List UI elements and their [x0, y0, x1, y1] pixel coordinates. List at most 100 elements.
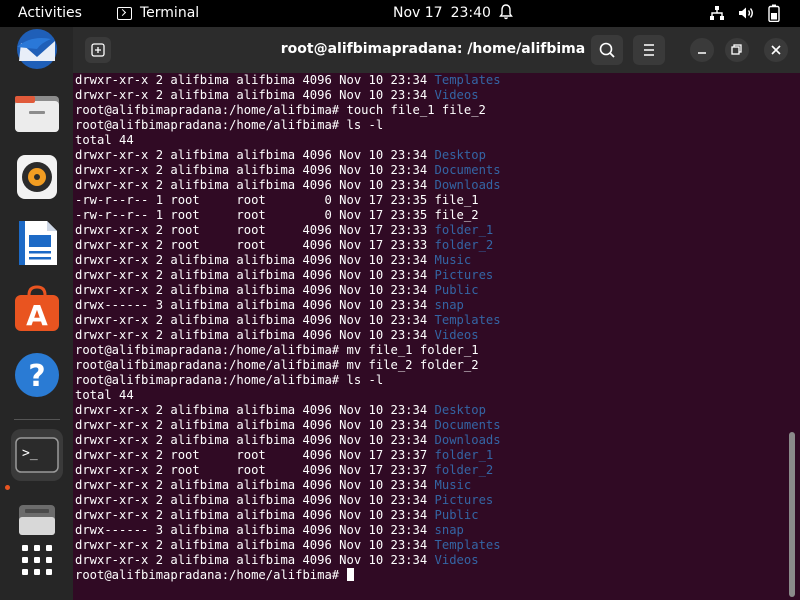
- minimize-button[interactable]: [690, 38, 714, 62]
- terminal-line: drwxr-xr-x 2 alifbima alifbima 4096 Nov …: [75, 163, 785, 178]
- terminal-line: drwxr-xr-x 2 alifbima alifbima 4096 Nov …: [75, 508, 785, 523]
- line-text: root@alifbimapradana:/home/alifbima# tou…: [75, 103, 486, 117]
- top-bar: Activities Terminal Nov 17 23:40: [0, 0, 800, 27]
- svg-text:A: A: [26, 299, 48, 332]
- line-text: drwxr-xr-x 2 alifbima alifbima 4096 Nov …: [75, 163, 435, 177]
- svg-text:>_: >_: [22, 446, 38, 461]
- app-center-icon[interactable]: A: [11, 283, 63, 335]
- network-icon[interactable]: [709, 5, 725, 21]
- directory-name: snap: [434, 523, 464, 537]
- line-text: drwxr-xr-x 2 alifbima alifbima 4096 Nov …: [75, 268, 435, 282]
- terminal-line: drwxr-xr-x 2 alifbima alifbima 4096 Nov …: [75, 328, 785, 343]
- line-text: total 44: [75, 133, 134, 147]
- directory-name: Music: [434, 478, 472, 492]
- thunderbird-icon[interactable]: [11, 27, 63, 79]
- search-button[interactable]: [591, 35, 623, 65]
- terminal-line: drwxr-xr-x 2 alifbima alifbima 4096 Nov …: [75, 538, 785, 553]
- terminal-line: drwxr-xr-x 2 alifbima alifbima 4096 Nov …: [75, 403, 785, 418]
- directory-name: Templates: [434, 73, 501, 87]
- activities-button[interactable]: Activities: [18, 5, 82, 21]
- terminal-line: root@alifbimapradana:/home/alifbima# ls …: [75, 373, 785, 388]
- window-title: root@alifbimapradana: /home/alifbima: [280, 41, 586, 57]
- line-text: drwxr-xr-x 2 alifbima alifbima 4096 Nov …: [75, 178, 435, 192]
- show-apps-icon[interactable]: [11, 539, 63, 591]
- terminal-line: drwxr-xr-x 2 alifbima alifbima 4096 Nov …: [75, 433, 785, 448]
- terminal-line: drwxr-xr-x 2 alifbima alifbima 4096 Nov …: [75, 268, 785, 283]
- terminal-line: total 44: [75, 133, 785, 148]
- plus-icon: [91, 43, 105, 57]
- terminal-line: -rw-r--r-- 1 root root 0 Nov 17 23:35 fi…: [75, 208, 785, 223]
- line-text: drwxr-xr-x 2 alifbima alifbima 4096 Nov …: [75, 283, 435, 297]
- menu-button[interactable]: [633, 35, 665, 65]
- line-text: root@alifbimapradana:/home/alifbima# mv …: [75, 358, 479, 372]
- notification-bell-icon[interactable]: [499, 4, 513, 20]
- directory-name: Templates: [434, 313, 501, 327]
- app-menu[interactable]: Terminal: [117, 5, 199, 21]
- directory-name: folder_2: [434, 238, 494, 252]
- terminal-line: drwxr-xr-x 2 alifbima alifbima 4096 Nov …: [75, 478, 785, 493]
- files-icon[interactable]: [11, 87, 63, 139]
- line-text: drwxr-xr-x 2 alifbima alifbima 4096 Nov …: [75, 328, 435, 342]
- line-text: drwxr-xr-x 2 root root 4096 Nov 17 23:33: [75, 223, 435, 237]
- line-text: -rw-r--r-- 1 root root 0 Nov 17 23:35 fi…: [75, 208, 479, 222]
- directory-name: Desktop: [434, 148, 486, 162]
- directory-name: Public: [434, 283, 479, 297]
- line-text: root@alifbimapradana:/home/alifbima# mv …: [75, 343, 479, 357]
- close-button[interactable]: [764, 38, 788, 62]
- line-text: drwxr-xr-x 2 alifbima alifbima 4096 Nov …: [75, 508, 435, 522]
- line-text: drwxr-xr-x 2 alifbima alifbima 4096 Nov …: [75, 478, 435, 492]
- directory-name: Public: [434, 508, 479, 522]
- restore-icon: [731, 44, 742, 55]
- terminal-line: root@alifbimapradana:/home/alifbima# mv …: [75, 343, 785, 358]
- line-text: drwxr-xr-x 2 alifbima alifbima 4096 Nov …: [75, 493, 435, 507]
- line-text: drwxr-xr-x 2 root root 4096 Nov 17 23:33: [75, 238, 435, 252]
- clock-time: 23:40: [450, 5, 491, 21]
- window-header: root@alifbimapradana: /home/alifbima: [73, 27, 800, 73]
- rhythmbox-icon[interactable]: [11, 151, 63, 203]
- terminal-line: root@alifbimapradana:/home/alifbima# mv …: [75, 358, 785, 373]
- terminal-line: drwxr-xr-x 2 alifbima alifbima 4096 Nov …: [75, 313, 785, 328]
- app-name: Terminal: [140, 5, 200, 21]
- directory-name: Downloads: [434, 433, 501, 447]
- terminal-line: drwxr-xr-x 2 alifbima alifbima 4096 Nov …: [75, 253, 785, 268]
- writer-icon[interactable]: [11, 217, 63, 269]
- terminal-small-icon: [117, 6, 132, 20]
- prompt-line[interactable]: root@alifbimapradana:/home/alifbima#: [75, 568, 785, 583]
- terminal-line: root@alifbimapradana:/home/alifbima# tou…: [75, 103, 785, 118]
- line-text: drwxr-xr-x 2 root root 4096 Nov 17 23:37: [75, 463, 435, 477]
- battery-icon[interactable]: [768, 4, 780, 22]
- directory-name: folder_2: [434, 463, 494, 477]
- minimize-icon: [698, 52, 706, 54]
- directory-name: Music: [434, 253, 472, 267]
- line-text: drwxr-xr-x 2 alifbima alifbima 4096 Nov …: [75, 553, 435, 567]
- terminal-output[interactable]: drwxr-xr-x 2 alifbima alifbima 4096 Nov …: [75, 73, 785, 600]
- line-text: -rw-r--r-- 1 root root 0 Nov 17 23:35 fi…: [75, 193, 479, 207]
- terminal-line: root@alifbimapradana:/home/alifbima# ls …: [75, 118, 785, 133]
- directory-name: Documents: [434, 418, 501, 432]
- directory-name: Templates: [434, 538, 501, 552]
- directory-name: folder_1: [434, 223, 494, 237]
- clock[interactable]: Nov 17 23:40: [393, 5, 491, 21]
- directory-name: snap: [434, 298, 464, 312]
- line-text: drwxr-xr-x 2 alifbima alifbima 4096 Nov …: [75, 88, 435, 102]
- line-text: root@alifbimapradana:/home/alifbima# ls …: [75, 118, 384, 132]
- terminal-line: drwxr-xr-x 2 alifbima alifbima 4096 Nov …: [75, 418, 785, 433]
- maximize-button[interactable]: [725, 38, 749, 62]
- line-text: drwxr-xr-x 2 alifbima alifbima 4096 Nov …: [75, 433, 435, 447]
- new-tab-button[interactable]: [85, 37, 111, 63]
- volume-icon[interactable]: [738, 6, 754, 20]
- svg-text:?: ?: [28, 359, 45, 394]
- line-text: drwxr-xr-x 2 root root 4096 Nov 17 23:37: [75, 448, 435, 462]
- dock-separator: [14, 419, 60, 420]
- terminal-icon[interactable]: >_: [11, 429, 63, 481]
- terminal-line: drwxr-xr-x 2 root root 4096 Nov 17 23:37…: [75, 448, 785, 463]
- scrollbar[interactable]: [789, 432, 795, 597]
- help-icon[interactable]: ?: [11, 349, 63, 401]
- terminal-line: drwxr-xr-x 2 alifbima alifbima 4096 Nov …: [75, 553, 785, 568]
- directory-name: Desktop: [434, 403, 486, 417]
- line-text: drwxr-xr-x 2 alifbima alifbima 4096 Nov …: [75, 418, 435, 432]
- terminal-line: drwxr-xr-x 2 alifbima alifbima 4096 Nov …: [75, 148, 785, 163]
- terminal-line: drwxr-xr-x 2 alifbima alifbima 4096 Nov …: [75, 283, 785, 298]
- line-text: drwxr-xr-x 2 alifbima alifbima 4096 Nov …: [75, 538, 435, 552]
- terminal-line: drwxr-xr-x 2 root root 4096 Nov 17 23:33…: [75, 223, 785, 238]
